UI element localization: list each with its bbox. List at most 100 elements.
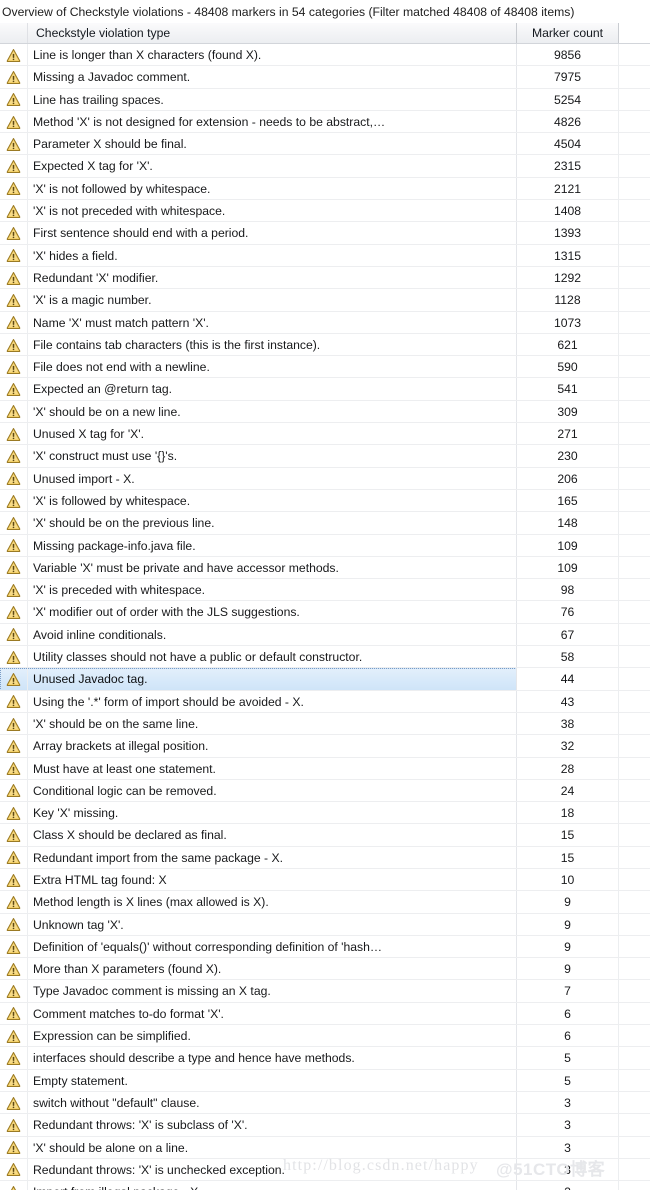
table-row[interactable]: 'X' should be on the previous line. 148 bbox=[0, 512, 650, 535]
table-row[interactable]: Key 'X' missing. 18 bbox=[0, 802, 650, 825]
column-divider-tail[interactable] bbox=[618, 1091, 619, 1115]
table-row[interactable]: File does not end with a newline. 590 bbox=[0, 356, 650, 379]
table-row[interactable]: Utility classes should not have a public… bbox=[0, 646, 650, 669]
table-row[interactable]: 'X' should be on a new line. 309 bbox=[0, 400, 650, 424]
column-divider-tail[interactable] bbox=[618, 958, 619, 981]
table-row[interactable]: Definition of 'equals()' without corresp… bbox=[0, 935, 650, 959]
column-divider-tail[interactable] bbox=[618, 177, 619, 201]
column-divider-tail[interactable] bbox=[618, 1158, 619, 1182]
table-row[interactable]: Method length is X lines (max allowed is… bbox=[0, 891, 650, 914]
column-divider-tail[interactable] bbox=[618, 489, 619, 513]
table-row[interactable]: Extra HTML tag found: X 10 bbox=[0, 868, 650, 892]
column-divider-tail[interactable] bbox=[618, 1181, 619, 1190]
table-row[interactable]: 'X' is not preceded with whitespace. 1408 bbox=[0, 200, 650, 223]
column-divider-tail[interactable] bbox=[618, 445, 619, 468]
column-divider-tail[interactable] bbox=[618, 66, 619, 89]
column-divider-tail[interactable] bbox=[618, 1047, 619, 1070]
column-divider-tail[interactable] bbox=[618, 1025, 619, 1048]
column-divider-tail[interactable] bbox=[618, 244, 619, 267]
column-divider-tail[interactable] bbox=[618, 467, 619, 490]
column-header-marker-count[interactable]: Marker count bbox=[517, 23, 619, 43]
table-row[interactable]: Method 'X' is not designed for extension… bbox=[0, 110, 650, 134]
table-row[interactable]: 'X' hides a field. 1315 bbox=[0, 244, 650, 267]
table-row[interactable]: Avoid inline conditionals. 67 bbox=[0, 623, 650, 647]
column-divider-tail[interactable] bbox=[618, 88, 619, 111]
table-row[interactable]: Must have at least one statement. 28 bbox=[0, 757, 650, 780]
column-divider-tail[interactable] bbox=[618, 802, 619, 825]
table-row[interactable]: 'X' is followed by whitespace. 165 bbox=[0, 489, 650, 513]
column-divider-tail[interactable] bbox=[618, 623, 619, 647]
table-row[interactable]: Variable 'X' must be private and have ac… bbox=[0, 556, 650, 580]
table-row[interactable]: 'X' modifier out of order with the JLS s… bbox=[0, 601, 650, 624]
table-row[interactable]: Redundant throws: 'X' is unchecked excep… bbox=[0, 1158, 650, 1182]
table-row[interactable]: Line is longer than X characters (found … bbox=[0, 44, 650, 67]
column-divider-tail[interactable] bbox=[618, 556, 619, 580]
column-divider-tail[interactable] bbox=[618, 155, 619, 178]
table-row[interactable]: Expected X tag for 'X'. 2315 bbox=[0, 155, 650, 178]
table-row[interactable]: 'X' should be on the same line. 38 bbox=[0, 712, 650, 736]
column-divider-tail[interactable] bbox=[618, 1069, 619, 1092]
table-row[interactable]: 'X' is preceded with whitespace. 98 bbox=[0, 579, 650, 602]
column-divider-tail[interactable] bbox=[618, 534, 619, 557]
table-row[interactable]: Comment matches to-do format 'X'. 6 bbox=[0, 1002, 650, 1026]
column-divider-tail[interactable] bbox=[618, 1002, 619, 1026]
column-divider-tail[interactable] bbox=[618, 846, 619, 869]
table-row[interactable]: Parameter X should be final. 4504 bbox=[0, 133, 650, 156]
table-row[interactable]: Array brackets at illegal position. 32 bbox=[0, 735, 650, 758]
table-row[interactable]: Redundant import from the same package -… bbox=[0, 846, 650, 869]
column-divider-tail[interactable] bbox=[618, 512, 619, 535]
table-row[interactable]: Unused import - X. 206 bbox=[0, 467, 650, 490]
column-divider-tail[interactable] bbox=[618, 1136, 619, 1159]
column-divider-tail[interactable] bbox=[618, 980, 619, 1003]
column-divider-tail[interactable] bbox=[618, 200, 619, 223]
column-header-icon-spacer[interactable] bbox=[0, 23, 28, 43]
table-row[interactable]: Missing a Javadoc comment. 7975 bbox=[0, 66, 650, 89]
column-divider-tail[interactable] bbox=[618, 735, 619, 758]
column-divider-tail[interactable] bbox=[618, 891, 619, 914]
table-row[interactable]: Unused Javadoc tag. 44 bbox=[0, 668, 650, 691]
table-row[interactable]: 'X' is a magic number. 1128 bbox=[0, 289, 650, 312]
table-row[interactable]: Empty statement. 5 bbox=[0, 1069, 650, 1092]
table-row[interactable]: Expression can be simplified. 6 bbox=[0, 1025, 650, 1048]
column-divider-tail[interactable] bbox=[618, 44, 619, 67]
column-divider-tail[interactable] bbox=[618, 824, 619, 847]
table-row[interactable]: Conditional logic can be removed. 24 bbox=[0, 779, 650, 803]
column-divider-tail[interactable] bbox=[618, 690, 619, 713]
column-divider-tail[interactable] bbox=[618, 289, 619, 312]
table-row[interactable]: Redundant 'X' modifier. 1292 bbox=[0, 266, 650, 290]
column-divider-tail[interactable] bbox=[618, 601, 619, 624]
column-divider-tail[interactable] bbox=[618, 913, 619, 936]
violations-table[interactable]: Checkstyle violation type Marker count L… bbox=[0, 23, 650, 1190]
column-divider-tail[interactable] bbox=[618, 356, 619, 379]
column-divider-tail[interactable] bbox=[618, 222, 619, 245]
table-row[interactable]: Using the '.*' form of import should be … bbox=[0, 690, 650, 713]
column-divider-tail[interactable] bbox=[618, 1114, 619, 1137]
column-divider-tail[interactable] bbox=[618, 668, 619, 691]
column-divider-tail[interactable] bbox=[618, 266, 619, 290]
column-divider-tail[interactable] bbox=[618, 133, 619, 156]
table-row[interactable]: Expected an @return tag. 541 bbox=[0, 378, 650, 401]
table-row[interactable]: Unknown tag 'X'. 9 bbox=[0, 913, 650, 936]
table-row[interactable]: First sentence should end with a period.… bbox=[0, 222, 650, 245]
table-row[interactable]: switch without "default" clause. 3 bbox=[0, 1091, 650, 1115]
table-row[interactable]: Unused X tag for 'X'. 271 bbox=[0, 423, 650, 446]
column-divider-tail[interactable] bbox=[618, 423, 619, 446]
column-divider-tail[interactable] bbox=[618, 400, 619, 424]
table-row[interactable]: interfaces should describe a type and he… bbox=[0, 1047, 650, 1070]
table-row[interactable]: Type Javadoc comment is missing an X tag… bbox=[0, 980, 650, 1003]
column-divider-tail[interactable] bbox=[618, 868, 619, 892]
table-row[interactable]: 'X' should be alone on a line. 3 bbox=[0, 1136, 650, 1159]
table-row[interactable]: 'X' construct must use '{}'s. 230 bbox=[0, 445, 650, 468]
column-divider-tail[interactable] bbox=[618, 333, 619, 357]
column-divider-tail[interactable] bbox=[618, 110, 619, 134]
table-row[interactable]: Name 'X' must match pattern 'X'. 1073 bbox=[0, 311, 650, 334]
table-row[interactable]: Class X should be declared as final. 15 bbox=[0, 824, 650, 847]
column-divider-tail[interactable] bbox=[618, 579, 619, 602]
column-header-violation-type[interactable]: Checkstyle violation type bbox=[28, 23, 517, 43]
column-divider-tail[interactable] bbox=[618, 311, 619, 334]
table-row[interactable]: Redundant throws: 'X' is subclass of 'X'… bbox=[0, 1114, 650, 1137]
table-row[interactable]: Import from illegal package - X.2 bbox=[0, 1181, 650, 1190]
table-row[interactable]: File contains tab characters (this is th… bbox=[0, 333, 650, 357]
column-divider-tail[interactable] bbox=[618, 757, 619, 780]
table-row[interactable]: More than X parameters (found X). 9 bbox=[0, 958, 650, 981]
